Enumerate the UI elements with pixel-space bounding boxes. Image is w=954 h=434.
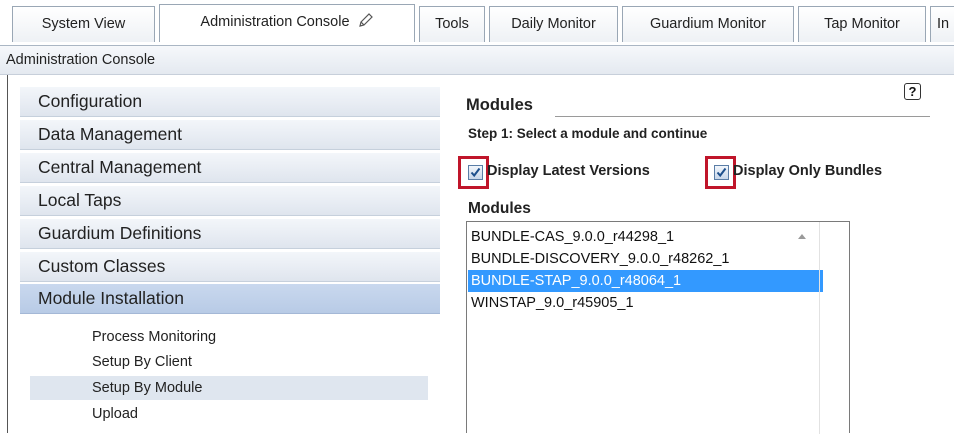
list-item[interactable]: BUNDLE-CAS_9.0.0_r44298_1 (471, 226, 674, 248)
checkmark-icon (470, 167, 481, 178)
sidebar-item-label: Data Management (38, 124, 182, 144)
tab-label: Daily Monitor (511, 16, 596, 32)
panel-border (7, 75, 8, 433)
tab-daily-monitor[interactable]: Daily Monitor (489, 6, 618, 42)
breadcrumb-label: Administration Console (6, 52, 156, 68)
sub-item-process-monitoring[interactable]: Process Monitoring (92, 326, 216, 348)
tab-tools[interactable]: Tools (419, 6, 485, 42)
selected-sub-item-highlight (30, 376, 428, 400)
sidebar-item-module-installation[interactable]: Module Installation (20, 284, 440, 314)
display-latest-versions-label: Display Latest Versions (487, 163, 650, 179)
sidebar-item-local-taps[interactable]: Local Taps (20, 186, 440, 216)
sidebar-item-label: Central Management (38, 157, 202, 177)
sidebar-item-custom-classes[interactable]: Custom Classes (20, 252, 440, 282)
sub-item-setup-by-module[interactable]: Setup By Module (92, 377, 202, 399)
tab-guardium-monitor[interactable]: Guardium Monitor (622, 6, 794, 42)
sub-item-setup-by-client[interactable]: Setup By Client (92, 351, 192, 373)
tab-label: Tap Monitor (824, 16, 900, 32)
tab-label: In (937, 16, 950, 32)
tab-label: System View (41, 16, 126, 32)
tab-label: Tools (435, 16, 469, 32)
page-title: Modules (466, 96, 533, 114)
tab-label: Guardium Monitor (649, 16, 767, 32)
tab-overflow[interactable]: In (930, 6, 954, 42)
list-item-selected[interactable]: BUNDLE-STAP_9.0.0_r48064_1 (468, 270, 823, 292)
tab-tap-monitor[interactable]: Tap Monitor (798, 6, 926, 42)
checkmark-icon (716, 167, 727, 178)
sidebar-item-label: Module Installation (38, 288, 184, 308)
pencil-icon[interactable] (358, 7, 374, 27)
sub-item-upload[interactable]: Upload (92, 403, 138, 425)
display-only-bundles-label: Display Only Bundles (733, 163, 883, 179)
sidebar-item-label: Custom Classes (38, 256, 166, 276)
sidebar-item-central-management[interactable]: Central Management (20, 153, 440, 183)
list-item[interactable]: BUNDLE-DISCOVERY_9.0.0_r48262_1 (471, 248, 729, 270)
sidebar-item-guardium-definitions[interactable]: Guardium Definitions (20, 219, 440, 249)
step-instruction: Step 1: Select a module and continue (468, 126, 708, 141)
title-divider (555, 116, 930, 117)
sidebar-item-configuration[interactable]: Configuration (20, 87, 440, 117)
sidebar-item-label: Configuration (38, 91, 143, 111)
display-only-bundles-checkbox[interactable] (714, 165, 729, 180)
sidebar-item-label: Local Taps (38, 190, 122, 210)
tab-system-view[interactable]: System View (12, 6, 155, 42)
help-icon[interactable]: ? (904, 83, 921, 100)
scroll-up-arrow-icon[interactable] (797, 233, 807, 240)
scrollbar-track[interactable] (819, 222, 820, 434)
sidebar-item-data-management[interactable]: Data Management (20, 120, 440, 150)
breadcrumb: Administration Console (0, 45, 954, 75)
display-latest-versions-checkbox[interactable] (468, 165, 483, 180)
list-item[interactable]: WINSTAP_9.0_r45905_1 (471, 292, 634, 314)
tab-bar: System View Administration Console Tools… (0, 0, 954, 45)
sidebar-item-label: Guardium Definitions (38, 223, 202, 243)
modules-listbox[interactable]: BUNDLE-CAS_9.0.0_r44298_1 BUNDLE-DISCOVE… (466, 221, 850, 434)
tab-label: Administration Console (200, 14, 350, 30)
tab-administration-console[interactable]: Administration Console (159, 4, 415, 42)
modules-list-title: Modules (468, 200, 531, 217)
